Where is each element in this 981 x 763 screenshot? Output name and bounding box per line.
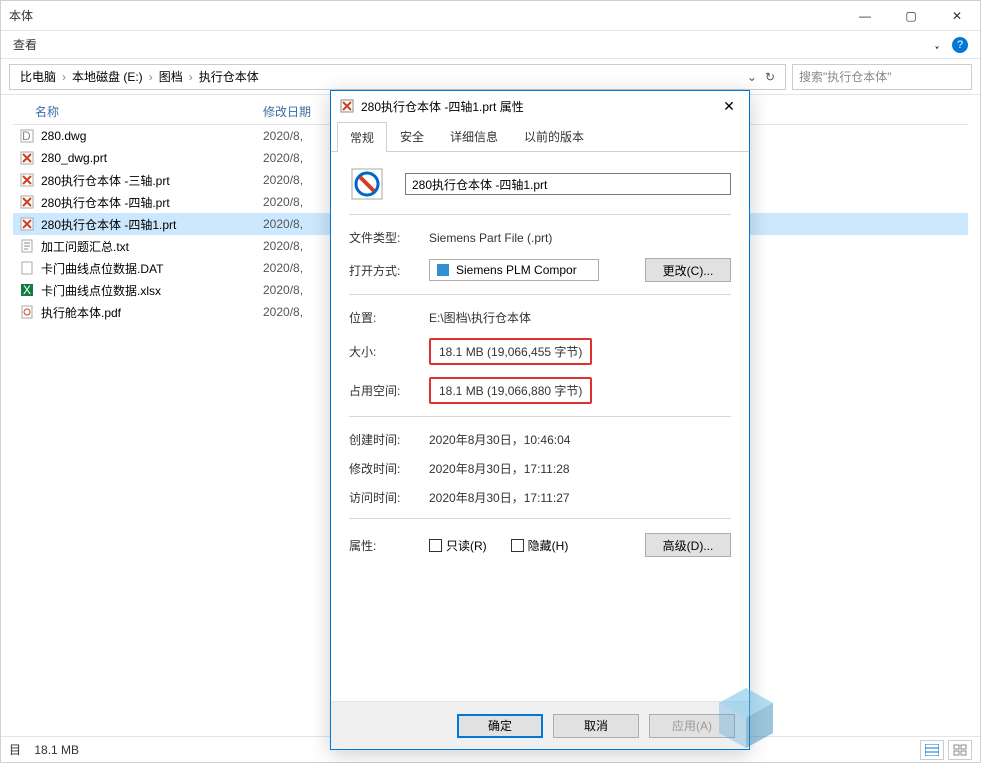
label-disk: 占用空间: [349, 382, 429, 399]
tab-details[interactable]: 详细信息 [437, 121, 511, 151]
value-disk: 18.1 MB (19,066,880 字节) [429, 377, 592, 404]
checkbox-icon [511, 539, 524, 552]
value-accessed: 2020年8月30日，17:11:27 [429, 489, 731, 506]
ok-button[interactable]: 确定 [457, 714, 543, 738]
breadcrumb-seg[interactable]: 本地磁盘 (E:) [68, 68, 147, 85]
dialog-tabs: 常规 安全 详细信息 以前的版本 [331, 121, 749, 152]
breadcrumb-dropdown-icon[interactable]: ⌄ [747, 70, 757, 84]
label-openwith: 打开方式: [349, 262, 429, 279]
cancel-button[interactable]: 取消 [553, 714, 639, 738]
openwith-name: Siemens PLM Compor [456, 263, 577, 277]
txt-file-icon [19, 238, 35, 254]
dialog-body: 文件类型: Siemens Part File (.prt) 打开方式: Sie… [331, 152, 749, 701]
titlebar: 本体 — ▢ ✕ [1, 1, 980, 31]
separator [349, 294, 731, 295]
apply-button[interactable]: 应用(A) [649, 714, 735, 738]
pdf-file-icon [19, 304, 35, 320]
chevron-right-icon: › [62, 70, 66, 84]
value-size: 18.1 MB (19,066,455 字节) [429, 338, 592, 365]
app-icon [436, 263, 450, 277]
file-name: 280执行仓本体 -四轴1.prt [41, 216, 176, 233]
value-location: E:\图档\执行仓本体 [429, 309, 731, 326]
dialog-titlebar[interactable]: 280执行仓本体 -四轴1.prt 属性 ✕ [331, 91, 749, 121]
openwith-app: Siemens PLM Compor [429, 259, 599, 281]
dialog-title: 280执行仓本体 -四轴1.prt 属性 [361, 98, 524, 115]
prt-file-icon [19, 194, 35, 210]
help-icon[interactable]: ? [952, 37, 968, 53]
file-large-icon [349, 166, 385, 202]
file-name: 280.dwg [41, 129, 86, 143]
label-created: 创建时间: [349, 431, 429, 448]
minimize-button[interactable]: — [842, 1, 888, 31]
breadcrumb-seg[interactable]: 比电脑 [16, 68, 60, 85]
value-modified: 2020年8月30日，17:11:28 [429, 460, 731, 477]
file-name: 280执行仓本体 -四轴.prt [41, 194, 170, 211]
file-name: 卡门曲线点位数据.xlsx [41, 282, 161, 299]
status-size: 18.1 MB [34, 743, 79, 757]
checkbox-icon [429, 539, 442, 552]
separator [349, 416, 731, 417]
col-name[interactable]: 名称 [13, 103, 263, 120]
dialog-close-button[interactable]: ✕ [709, 91, 749, 121]
window-title: 本体 [9, 7, 33, 24]
value-created: 2020年8月30日，10:46:04 [429, 431, 731, 448]
file-name: 280执行仓本体 -三轴.prt [41, 172, 170, 189]
properties-dialog: 280执行仓本体 -四轴1.prt 属性 ✕ 常规 安全 详细信息 以前的版本 … [330, 90, 750, 750]
menu-view[interactable]: 查看 [13, 36, 37, 53]
tab-security[interactable]: 安全 [387, 121, 437, 151]
file-name: 加工问题汇总.txt [41, 238, 129, 255]
breadcrumb-seg[interactable]: 执行仓本体 [195, 68, 263, 85]
hidden-checkbox[interactable]: 隐藏(H) [511, 537, 569, 554]
prt-file-icon [19, 150, 35, 166]
separator [349, 518, 731, 519]
xlsx-file-icon: X [19, 282, 35, 298]
readonly-label: 只读(R) [446, 537, 487, 554]
label-attrs: 属性: [349, 537, 429, 554]
tab-previous[interactable]: 以前的版本 [511, 121, 597, 151]
maximize-button[interactable]: ▢ [888, 1, 934, 31]
label-modified: 修改时间: [349, 460, 429, 477]
dwg-file-icon: D [19, 128, 35, 144]
prt-file-icon [19, 216, 35, 232]
prt-file-icon [19, 172, 35, 188]
value-filetype: Siemens Part File (.prt) [429, 231, 731, 245]
ribbon-expand-icon[interactable]: ⌄ [934, 38, 940, 52]
dat-file-icon [19, 260, 35, 276]
tab-general[interactable]: 常规 [337, 122, 387, 152]
view-details-icon[interactable] [920, 740, 944, 760]
readonly-checkbox[interactable]: 只读(R) [429, 537, 487, 554]
change-button[interactable]: 更改(C)... [645, 258, 731, 282]
status-count-suffix: 目 [9, 743, 21, 757]
chevron-right-icon: › [149, 70, 153, 84]
file-name: 执行舱本体.pdf [41, 304, 121, 321]
svg-text:X: X [23, 283, 31, 297]
label-location: 位置: [349, 309, 429, 326]
dialog-footer: 确定 取消 应用(A) [331, 701, 749, 749]
menubar: 查看 ⌄ ? [1, 31, 980, 59]
chevron-right-icon: › [189, 70, 193, 84]
file-name: 卡门曲线点位数据.DAT [41, 260, 163, 277]
hidden-label: 隐藏(H) [528, 537, 569, 554]
view-icons-icon[interactable] [948, 740, 972, 760]
close-button[interactable]: ✕ [934, 1, 980, 31]
filename-input[interactable] [405, 173, 731, 195]
breadcrumb-seg[interactable]: 图档 [155, 68, 187, 85]
refresh-icon[interactable]: ↻ [765, 70, 775, 84]
breadcrumb[interactable]: 比电脑 › 本地磁盘 (E:) › 图档 › 执行仓本体 ⌄ ↻ [9, 64, 786, 90]
label-filetype: 文件类型: [349, 229, 429, 246]
label-accessed: 访问时间: [349, 489, 429, 506]
separator [349, 214, 731, 215]
search-input[interactable]: 搜索"执行仓本体" [792, 64, 972, 90]
label-size: 大小: [349, 343, 429, 360]
advanced-button[interactable]: 高级(D)... [645, 533, 731, 557]
prt-file-icon [339, 98, 355, 114]
file-name: 280_dwg.prt [41, 151, 107, 165]
svg-text:D: D [22, 129, 31, 143]
search-placeholder: 搜索"执行仓本体" [799, 68, 892, 85]
